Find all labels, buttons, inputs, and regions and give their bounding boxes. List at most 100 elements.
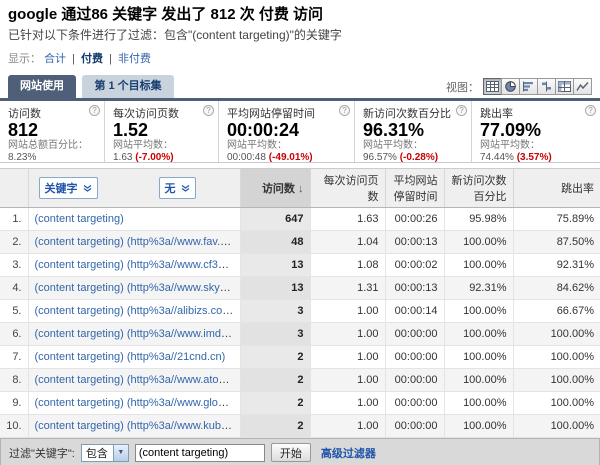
metric-sub-value: 96.57% (-0.28%): [363, 152, 467, 164]
trend-view-icon[interactable]: [573, 78, 592, 95]
pages-cell: 1.00: [310, 392, 385, 415]
metric-card: 访问数 ? 812 网站总额百分比： 8.23%: [0, 101, 105, 162]
row-index: 8.: [0, 369, 28, 392]
keyword-link[interactable]: (content targeting) (http%3a//alibizs.co…: [35, 305, 236, 317]
new-visits-cell: 100.00%: [444, 346, 513, 369]
view-controls: 视图：: [446, 78, 592, 95]
keyword-link[interactable]: (content targeting) (http%3a//www.global…: [35, 397, 241, 409]
metric-title: 访问数: [8, 105, 41, 121]
table-view-icon[interactable]: [483, 78, 502, 95]
keyword-link[interactable]: (content targeting) (http%3a//21cnd.cn): [35, 351, 226, 363]
bounce-cell: 100.00%: [513, 323, 600, 346]
metric-sub-label: 网站总额百分比：: [8, 140, 100, 152]
new-visits-cell: 100.00%: [444, 415, 513, 438]
bounce-cell: 92.31%: [513, 254, 600, 277]
keyword-cell: (content targeting) (http%3a//www.imdvd.…: [28, 323, 240, 346]
secondary-dimension-select[interactable]: 无: [159, 177, 196, 199]
pages-column-header[interactable]: 每次访问页数: [310, 169, 385, 208]
visits-cell: 2: [240, 415, 310, 438]
bounce-cell: 100.00%: [513, 392, 600, 415]
keyword-link[interactable]: (content targeting) (http%3a//www.fav.co…: [35, 236, 241, 248]
table-row: 9. (content targeting) (http%3a//www.glo…: [0, 392, 600, 415]
keyword-link[interactable]: (content targeting) (http%3a//www.imdvd.…: [35, 328, 241, 340]
new-visits-cell: 100.00%: [444, 323, 513, 346]
new-visits-cell: 100.00%: [444, 392, 513, 415]
dimension-select[interactable]: 关键字: [39, 177, 98, 199]
pages-cell: 1.04: [310, 231, 385, 254]
bounce-cell: 100.00%: [513, 415, 600, 438]
double-chevron-down-icon: [181, 184, 190, 193]
metric-title: 新访问次数百分比: [363, 105, 451, 121]
pages-cell: 1.00: [310, 415, 385, 438]
help-icon[interactable]: ?: [89, 105, 100, 116]
metric-sub-value: 8.23%: [8, 152, 100, 164]
help-icon[interactable]: ?: [203, 105, 214, 116]
tab-site-usage[interactable]: 网站使用: [8, 75, 76, 98]
filter-keyword-input[interactable]: [135, 444, 265, 462]
row-index: 7.: [0, 346, 28, 369]
match-type-select[interactable]: 包含 ▼: [81, 444, 129, 462]
index-column-header: [0, 169, 28, 208]
visits-cell: 2: [240, 369, 310, 392]
show-unpaid-link[interactable]: 非付费: [118, 53, 151, 65]
pivot-view-icon[interactable]: [555, 78, 574, 95]
row-index: 4.: [0, 277, 28, 300]
pages-cell: 1.08: [310, 254, 385, 277]
keyword-cell: (content targeting) (http%3a//www.sky123…: [28, 277, 240, 300]
help-icon[interactable]: ?: [456, 105, 467, 116]
bar-view-icon[interactable]: [519, 78, 538, 95]
visits-column-header[interactable]: 访问数 ↓: [240, 169, 310, 208]
pie-view-icon[interactable]: [501, 78, 520, 95]
time-column-header[interactable]: 平均网站停留时间: [385, 169, 444, 208]
new-visits-cell: 100.00%: [444, 300, 513, 323]
table-row: 8. (content targeting) (http%3a//www.ato…: [0, 369, 600, 392]
row-index: 2.: [0, 231, 28, 254]
tab-goal-set[interactable]: 第 1 个目标集: [82, 75, 173, 98]
bounce-column-header[interactable]: 跳出率: [513, 169, 600, 208]
row-index: 1.: [0, 208, 28, 231]
metric-title: 跳出率: [480, 105, 513, 121]
keyword-link[interactable]: (content targeting) (http%3a//www.kubizs…: [35, 420, 241, 432]
visits-cell: 48: [240, 231, 310, 254]
metric-card: 平均网站停留时间 ? 00:00:24 网站平均数： 00:00:48 (-49…: [219, 101, 355, 162]
new-visits-cell: 100.00%: [444, 231, 513, 254]
visits-cell: 3: [240, 323, 310, 346]
time-cell: 00:00:00: [385, 323, 444, 346]
metric-sub-value: 00:00:48 (-49.01%): [227, 152, 350, 164]
row-index: 10.: [0, 415, 28, 438]
start-filter-button[interactable]: 开始: [271, 443, 311, 462]
new-visits-cell: 92.31%: [444, 277, 513, 300]
keyword-link[interactable]: (content targeting) (http%3a//www.sky123…: [35, 282, 241, 294]
pages-cell: 1.00: [310, 323, 385, 346]
keyword-cell: (content targeting) (http%3a//www.cf339.…: [28, 254, 240, 277]
divider: |: [72, 53, 75, 65]
divider: |: [109, 53, 112, 65]
keyword-link[interactable]: (content targeting) (http%3a//www.cf339.…: [35, 259, 241, 271]
bounce-cell: 100.00%: [513, 346, 600, 369]
advanced-filter-link[interactable]: 高级过滤器: [321, 445, 376, 461]
help-icon[interactable]: ?: [585, 105, 596, 116]
show-paid-selected[interactable]: 付费: [81, 53, 103, 65]
time-cell: 00:00:00: [385, 369, 444, 392]
show-total-link[interactable]: 合计: [44, 53, 66, 65]
pages-cell: 1.00: [310, 369, 385, 392]
metrics-row: 访问数 ? 812 网站总额百分比： 8.23% 每次访问页数 ? 1.52 网…: [0, 101, 600, 163]
comparison-view-icon[interactable]: [537, 78, 556, 95]
time-cell: 00:00:00: [385, 346, 444, 369]
metric-value: 812: [8, 121, 100, 140]
metric-value: 96.31%: [363, 121, 467, 140]
keyword-cell: (content targeting): [28, 208, 240, 231]
visits-cell: 13: [240, 277, 310, 300]
pages-cell: 1.00: [310, 300, 385, 323]
time-cell: 00:00:13: [385, 277, 444, 300]
keyword-cell: (content targeting) (http%3a//www.fav.co…: [28, 231, 240, 254]
keyword-link[interactable]: (content targeting) (http%3a//www.atobo.…: [35, 374, 241, 386]
visits-cell: 647: [240, 208, 310, 231]
metric-sub-label: 网站平均数：: [227, 140, 350, 152]
keyword-link[interactable]: (content targeting): [35, 213, 124, 225]
new-visits-column-header[interactable]: 新访问次数百分比: [444, 169, 513, 208]
time-cell: 00:00:00: [385, 415, 444, 438]
time-cell: 00:00:26: [385, 208, 444, 231]
help-icon[interactable]: ?: [339, 105, 350, 116]
tab-bar: 网站使用 第 1 个目标集 视图：: [0, 75, 600, 98]
